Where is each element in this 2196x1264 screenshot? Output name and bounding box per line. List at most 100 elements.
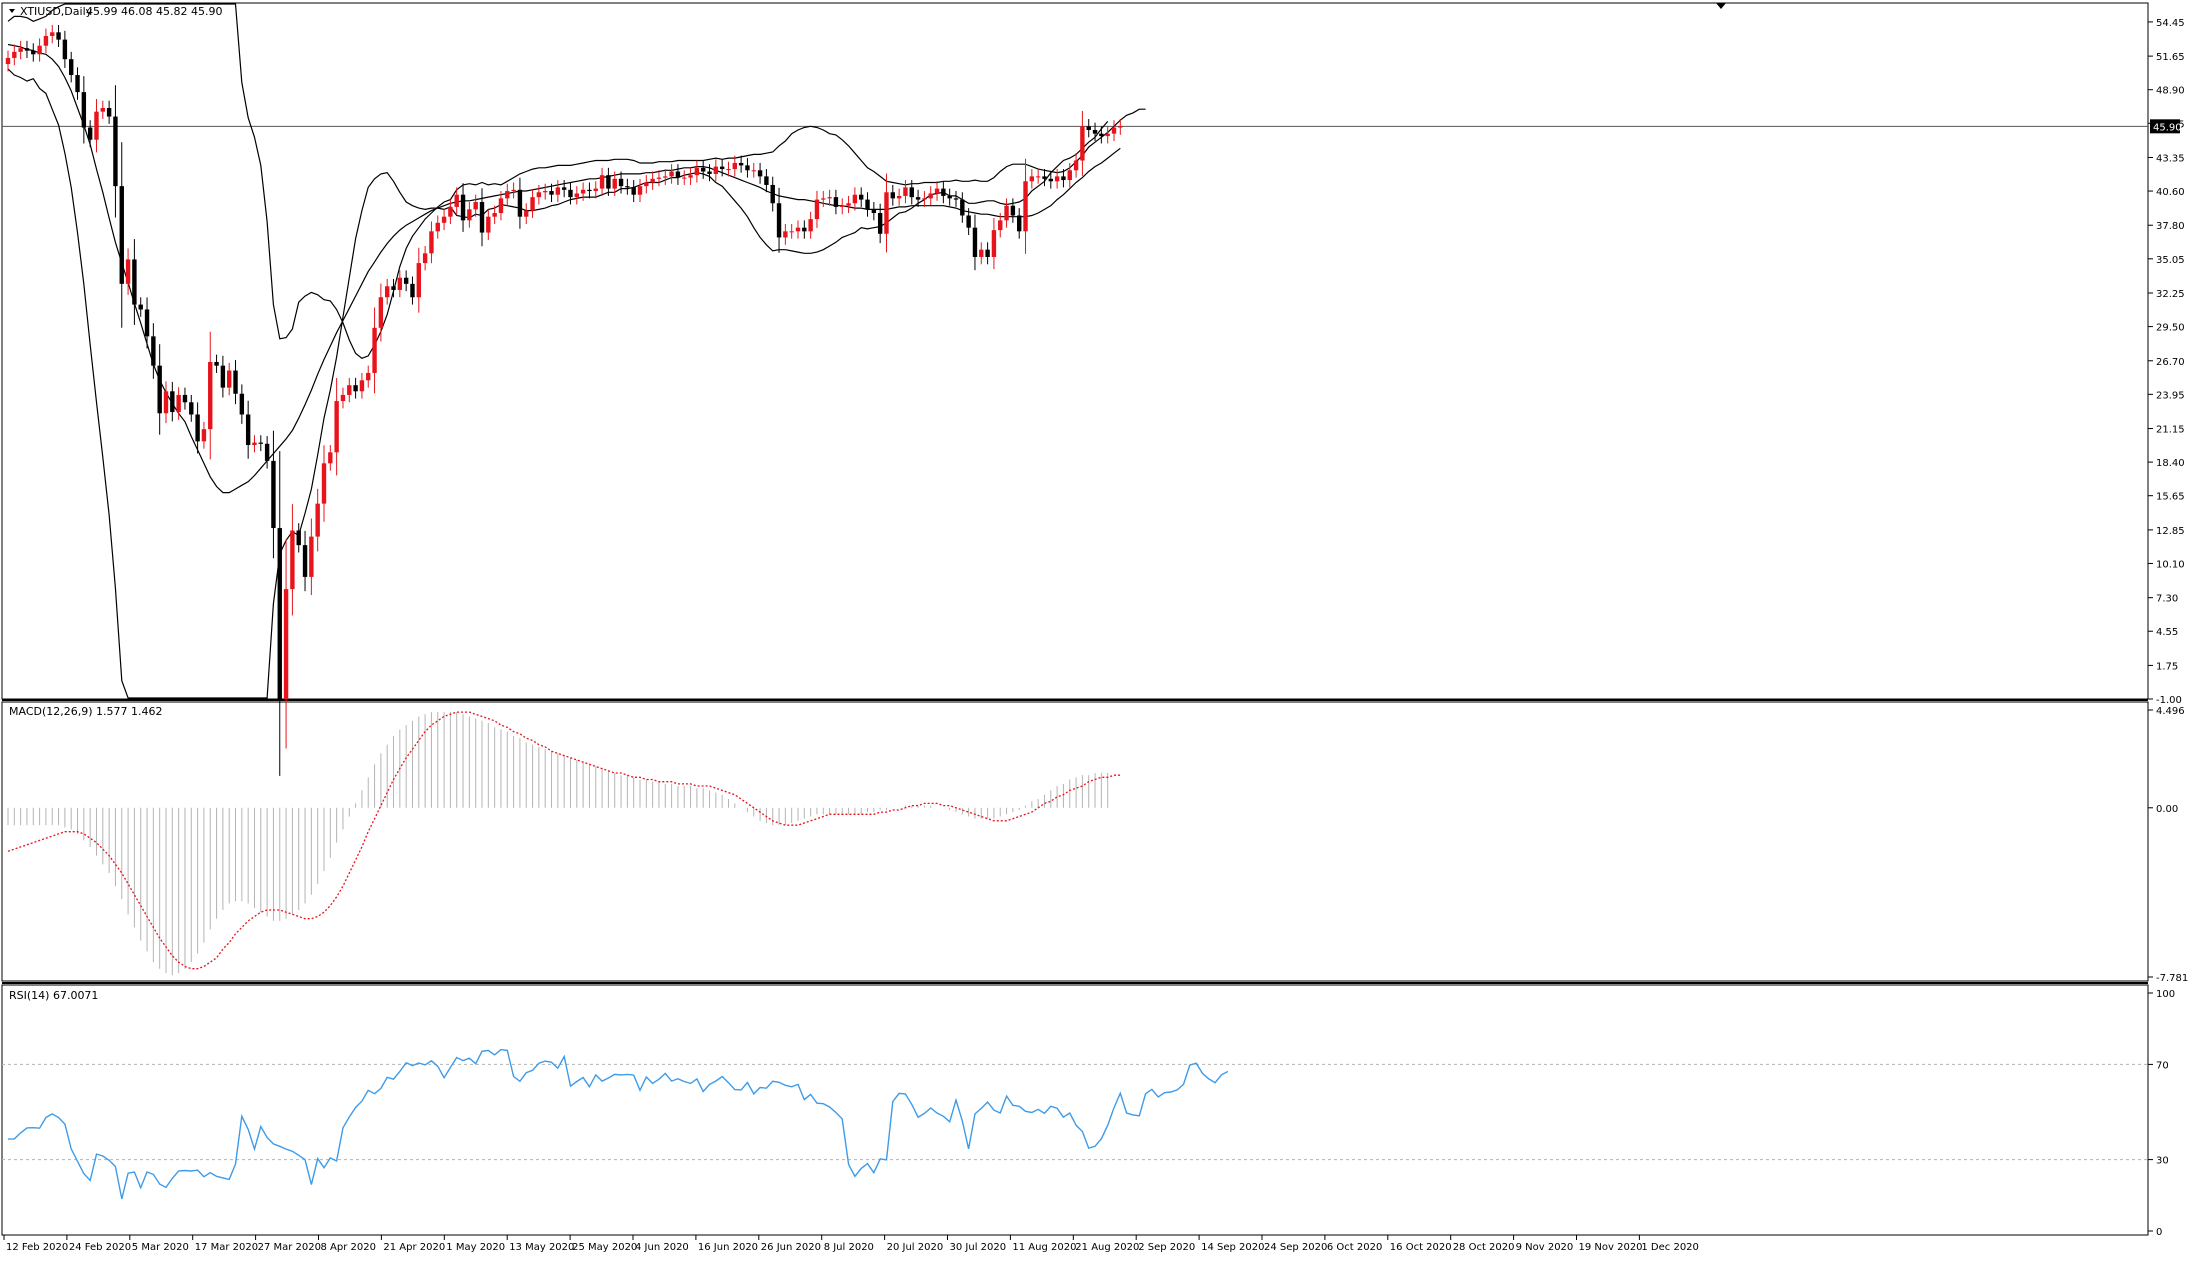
candle-body[interactable] — [738, 162, 744, 166]
candle-body[interactable] — [599, 175, 605, 189]
candle-body[interactable] — [441, 216, 447, 223]
candle-body[interactable] — [625, 186, 630, 188]
candle-body[interactable] — [675, 171, 681, 178]
candle-body[interactable] — [561, 187, 567, 190]
candle-body[interactable] — [62, 39, 68, 60]
candle-body[interactable] — [1048, 178, 1053, 182]
candle-body[interactable] — [530, 197, 535, 211]
candle-body[interactable] — [37, 45, 42, 55]
candle-body[interactable] — [113, 116, 118, 187]
candle-body[interactable] — [353, 385, 358, 392]
candle-body[interactable] — [24, 48, 30, 51]
candle-body[interactable] — [473, 202, 478, 210]
candle-body[interactable] — [372, 327, 377, 373]
candle-body[interactable] — [663, 176, 668, 178]
rsi-panel[interactable] — [2, 1048, 2148, 1200]
candle-body[interactable] — [701, 167, 706, 172]
candle-body[interactable] — [264, 443, 270, 461]
candle-body[interactable] — [966, 215, 971, 228]
candle-body[interactable] — [650, 178, 655, 183]
candle-body[interactable] — [612, 178, 617, 189]
candle-body[interactable] — [1118, 126, 1123, 128]
candle-body[interactable] — [252, 442, 257, 446]
candle-body[interactable] — [189, 402, 194, 415]
candle-body[interactable] — [688, 175, 693, 178]
candle-body[interactable] — [296, 530, 301, 546]
candle-body[interactable] — [707, 171, 712, 174]
candle-body[interactable] — [163, 391, 169, 414]
candle-body[interactable] — [1042, 176, 1047, 179]
candle-body[interactable] — [201, 429, 207, 442]
candle-body[interactable] — [814, 199, 820, 220]
candle-body[interactable] — [890, 192, 895, 199]
candle-body[interactable] — [391, 286, 396, 290]
candle-body[interactable] — [1073, 160, 1079, 171]
candle-body[interactable] — [770, 184, 775, 204]
candle-body[interactable] — [1035, 176, 1041, 178]
candle-body[interactable] — [776, 203, 782, 238]
candle-body[interactable] — [315, 503, 320, 537]
candle-body[interactable] — [808, 219, 813, 232]
candle-body[interactable] — [277, 528, 282, 699]
candle-body[interactable] — [846, 203, 851, 206]
candle-body[interactable] — [871, 209, 877, 214]
candle-body[interactable] — [928, 193, 933, 199]
candle-body[interactable] — [524, 210, 529, 217]
candle-body[interactable] — [12, 51, 17, 58]
candle-body[interactable] — [366, 372, 371, 381]
candle-body[interactable] — [283, 589, 289, 699]
candle-body[interactable] — [290, 530, 295, 590]
candle-body[interactable] — [884, 192, 889, 234]
candle-body[interactable] — [1010, 205, 1016, 216]
candle-body[interactable] — [656, 177, 662, 179]
candle-body[interactable] — [972, 227, 978, 257]
candle-body[interactable] — [227, 370, 232, 388]
candle-body[interactable] — [5, 57, 11, 65]
candle-body[interactable] — [593, 188, 598, 192]
candle-body[interactable] — [157, 365, 162, 414]
candle-body[interactable] — [31, 50, 36, 55]
candle-body[interactable] — [979, 249, 984, 257]
candle-body[interactable] — [94, 111, 99, 140]
candle-body[interactable] — [492, 213, 497, 217]
candle-body[interactable] — [631, 187, 636, 195]
candle-body[interactable] — [865, 199, 870, 210]
candle-body[interactable] — [245, 414, 251, 446]
candle-body[interactable] — [328, 452, 333, 464]
candle-body[interactable] — [947, 195, 952, 199]
candle-body[interactable] — [378, 297, 384, 328]
candle-body[interactable] — [385, 286, 390, 298]
candle-body[interactable] — [69, 59, 74, 76]
candle-body[interactable] — [726, 169, 731, 171]
candle-body[interactable] — [580, 189, 586, 194]
candle-body[interactable] — [934, 188, 940, 194]
candle-body[interactable] — [852, 194, 858, 204]
candle-body[interactable] — [505, 191, 510, 199]
candle-body[interactable] — [732, 162, 737, 170]
candle-body[interactable] — [789, 231, 794, 233]
candle-body[interactable] — [998, 220, 1003, 231]
candle-body[interactable] — [764, 176, 769, 185]
candle-body[interactable] — [802, 227, 807, 232]
candle-body[interactable] — [410, 283, 415, 298]
candle-body[interactable] — [429, 231, 434, 254]
candle-body[interactable] — [941, 188, 946, 196]
candle-body[interactable] — [81, 92, 87, 128]
candle-body[interactable] — [467, 209, 472, 221]
candle-body[interactable] — [50, 32, 55, 36]
candle-body[interactable] — [340, 394, 346, 402]
candle-body[interactable] — [479, 202, 485, 233]
candle-body[interactable] — [460, 194, 466, 221]
candle-body[interactable] — [543, 191, 548, 193]
candle-body[interactable] — [321, 463, 327, 504]
candle-body[interactable] — [669, 171, 674, 177]
candle-body[interactable] — [397, 277, 403, 290]
candle-body[interactable] — [334, 401, 339, 453]
candle-body[interactable] — [694, 167, 700, 176]
candle-body[interactable] — [208, 361, 213, 430]
candle-body[interactable] — [309, 536, 314, 577]
candle-body[interactable] — [144, 309, 150, 337]
candle-body[interactable] — [953, 198, 959, 200]
candle-body[interactable] — [195, 414, 200, 442]
candle-body[interactable] — [170, 391, 175, 413]
